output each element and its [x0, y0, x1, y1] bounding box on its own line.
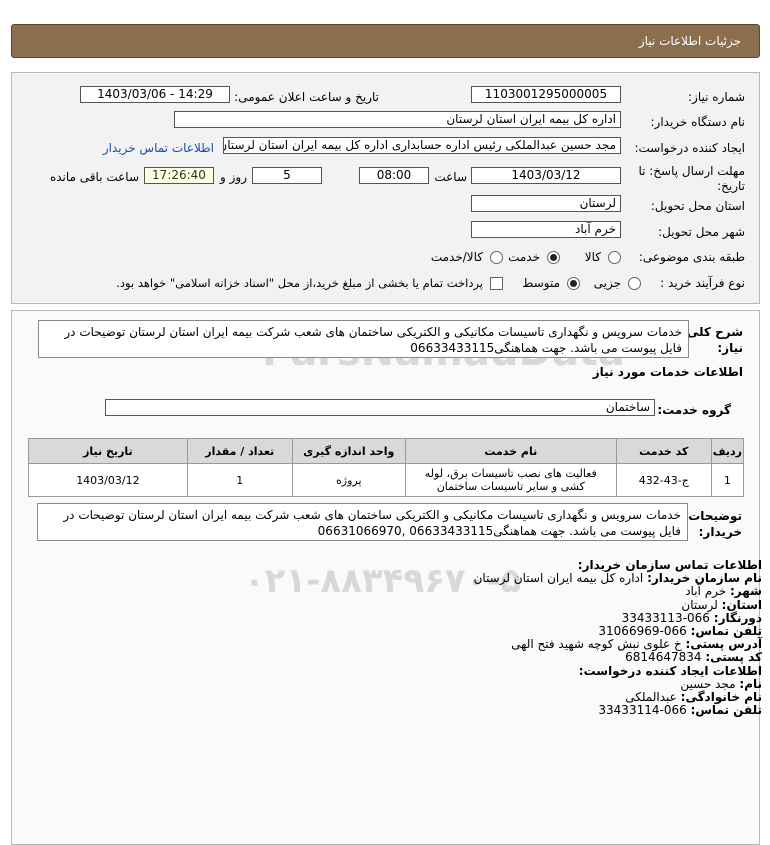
page-header: جزئیات اطلاعات نیاز [11, 24, 760, 58]
category-service-radio[interactable] [547, 251, 560, 264]
col-name: نام خدمت [404, 438, 617, 464]
city-field[interactable]: خرم آباد [471, 221, 621, 238]
deadline-date-label: تاریخ: [717, 179, 745, 193]
process-minor-label: جزیی [593, 276, 621, 290]
remaining-time-label: ساعت باقی مانده [49, 170, 139, 184]
city-label: شهر محل تحویل: [658, 225, 745, 239]
announce-datetime-field[interactable]: 1403/03/06 - 14:29 [80, 86, 230, 103]
table-row: 1 ج-43-432 فعالیت های نصب تاسیسات برق، ل… [28, 463, 745, 497]
summary-text: خدمات سرویس و نگهداری تاسیسات مکانیکی و … [38, 320, 689, 358]
summary-label: شرح کلی [686, 325, 743, 339]
buyer-org-label: نام دستگاه خریدار: [650, 115, 746, 129]
category-label: طبقه بندی موضوعی: [638, 250, 745, 264]
buyer-notes-label: توضیحات [688, 509, 742, 523]
creator-info-title: اطلاعات ایجاد کننده درخواست: [578, 663, 762, 678]
category-service-label: خدمت [508, 250, 540, 264]
process-label: نوع فرآیند خرید : [660, 276, 745, 290]
deadline-time-label: ساعت [434, 170, 467, 184]
category-goods-service-label: کالا/خدمت [430, 250, 483, 264]
need-details-panel: شماره نیاز: 1103001295000005 تاریخ و ساع… [11, 72, 760, 304]
need-number-label: شماره نیاز: [688, 90, 745, 104]
services-section-title: اطلاعات خدمات مورد نیاز [592, 365, 743, 379]
page-title: جزئیات اطلاعات نیاز [638, 34, 741, 48]
treasury-payment-checkbox[interactable] [490, 277, 503, 290]
services-table: ردیف کد خدمت نام خدمت واحد اندازه گیری ت… [28, 438, 745, 497]
province-label: استان محل تحویل: [650, 199, 745, 213]
category-goods-label: کالا [584, 250, 601, 264]
summary-label-2: نیاز: [717, 341, 743, 355]
contact-line: نام سازمان خریدار: اداره کل بیمه ایران ا… [473, 571, 762, 586]
contact-line: شهر: خرم آباد [685, 584, 762, 599]
need-number-field[interactable]: 1103001295000005 [471, 86, 621, 103]
buyer-contact-link[interactable]: اطلاعات تماس خریدار [103, 141, 214, 155]
process-medium-radio[interactable] [567, 277, 580, 290]
col-qty: تعداد / مقدار [186, 438, 293, 464]
contact-line: کد پستی: 6814647834 [625, 650, 762, 665]
buyer-notes-label-2: خریدار: [698, 525, 742, 539]
col-code: کد خدمت [615, 438, 712, 464]
service-group-field[interactable]: ساختمان [105, 399, 655, 416]
col-unit: واحد اندازه گیری [291, 438, 406, 464]
table-header-row: ردیف کد خدمت نام خدمت واحد اندازه گیری ت… [28, 438, 745, 464]
days-remaining-field[interactable]: 5 [252, 167, 322, 184]
cell-name: فعالیت های نصب تاسیسات برق، لوله کشی و س… [404, 463, 617, 497]
process-medium-label: متوسط [522, 276, 560, 290]
treasury-payment-note: پرداخت تمام یا بخشی از مبلغ خرید،از محل … [116, 276, 483, 290]
category-goods-service-radio[interactable] [490, 251, 503, 264]
deadline-date-field[interactable]: 1403/03/12 [471, 167, 621, 184]
service-group-label: گروه خدمت: [657, 403, 731, 417]
process-minor-radio[interactable] [628, 277, 641, 290]
deadline-label: مهلت ارسال پاسخ: تا [638, 164, 745, 178]
province-field[interactable]: لرستان [471, 195, 621, 212]
col-row: ردیف [710, 438, 745, 464]
cell-qty: 1 [186, 463, 293, 497]
cell-unit: پروژه [291, 463, 406, 497]
buyer-org-field[interactable]: اداره کل بیمه ایران استان لرستان [174, 111, 621, 128]
category-goods-radio[interactable] [608, 251, 621, 264]
buyer-notes-text: خدمات سرویس و نگهداری تاسیسات مکانیکی و … [37, 503, 688, 541]
contact-info: اطلاعات تماس سازمان خریدار: نام سازمان خ… [22, 558, 762, 718]
deadline-time-field[interactable]: 08:00 [359, 167, 429, 184]
creator-label: ایجاد کننده درخواست: [634, 141, 745, 155]
creator-line: تلفن تماس: 066-33433114 [598, 703, 762, 718]
col-date: تاریخ نیاز [28, 438, 188, 464]
cell-row: 1 [710, 463, 745, 497]
announce-label: تاریخ و ساعت اعلان عمومی: [234, 90, 379, 104]
cell-date: 1403/03/12 [28, 463, 188, 497]
days-label: روز و [220, 170, 247, 184]
remaining-time-field: 17:26:40 [144, 167, 214, 184]
creator-field[interactable]: مجد حسین عبدالملکی رئیس اداره حسابداری ا… [223, 137, 621, 154]
cell-code: ج-43-432 [615, 463, 712, 497]
